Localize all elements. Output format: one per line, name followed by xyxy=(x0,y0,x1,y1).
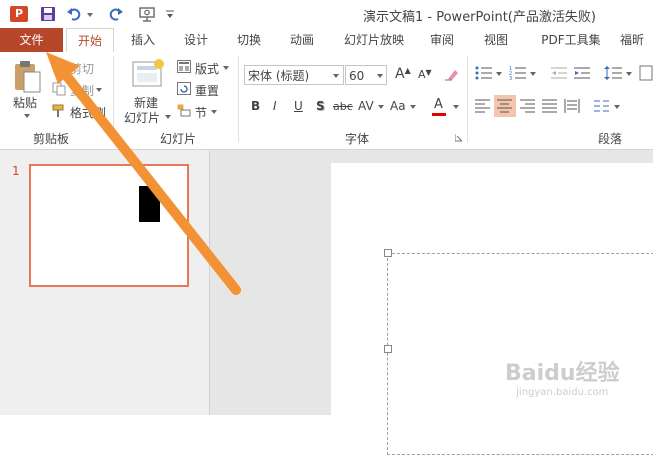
annotation-arrow xyxy=(46,52,241,295)
watermark-brand: Baidu经验 xyxy=(505,361,620,386)
watermark-url: jingyan.baidu.com xyxy=(516,387,609,398)
watermark: Baidu经验 jingyan.baidu.com xyxy=(505,355,620,398)
